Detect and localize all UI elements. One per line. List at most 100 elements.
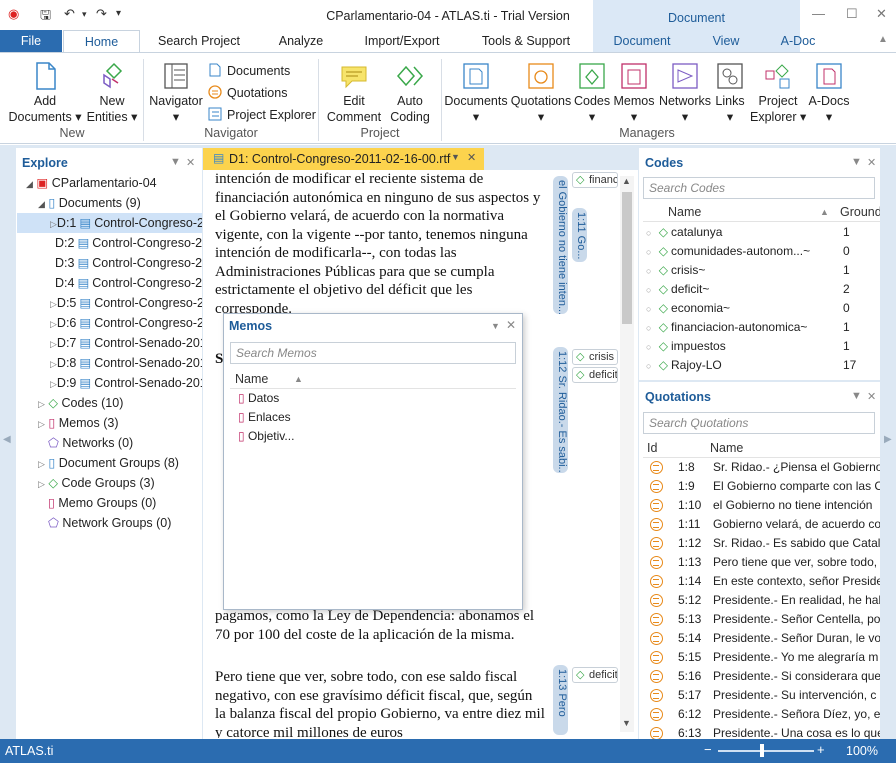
memos-column-header[interactable]: Name ▲ (230, 369, 516, 389)
document-scrollbar[interactable]: ▲ ▼ (620, 176, 634, 732)
tree-network-groups[interactable]: ⬠ Network Groups (0) (48, 513, 171, 533)
quotations-nav-button[interactable]: Quotations (208, 85, 287, 100)
quotations-search-input[interactable]: Search Quotations (643, 412, 875, 434)
quotation-row[interactable]: 5:12 Presidente.- En realidad, he hab (646, 591, 880, 610)
codes-column-header[interactable]: Name ▲ Grounded (643, 202, 880, 222)
quotations-column-header[interactable]: Id Name (643, 438, 880, 458)
quotation-row[interactable]: 6:12 Presidente.- Señora Díez, yo, er (646, 705, 880, 724)
memo-item[interactable]: ▯ Datos (238, 389, 279, 408)
minimize-icon[interactable]: — (812, 6, 825, 21)
document-tab[interactable]: ▤ D1: Control-Congreso-2011-02-16-00.rtf… (203, 148, 484, 170)
tree-document-item[interactable]: ▷D:6 ▤ Control-Congreso-2 (17, 313, 202, 333)
document-tab-menu-icon[interactable]: ▼ (451, 152, 460, 162)
quotation-row[interactable]: 1:9 El Gobierno comparte con las C (646, 477, 880, 496)
a-docs-manager-button[interactable]: A-Docs ▾ (806, 61, 852, 125)
tree-document-item[interactable]: ▷D:7 ▤ Control-Senado-201 (17, 333, 202, 353)
code-row[interactable]: ○ ◇ crisis~ 1 (646, 261, 880, 280)
edit-comment-button[interactable]: Edit Comment (322, 61, 386, 125)
margin-quotation-bar[interactable]: el Gobierno no tiene inten... (553, 176, 568, 314)
codes-close-icon[interactable]: ✕ (867, 156, 876, 169)
margin-quotation-bar[interactable]: 1:11 Go... (572, 208, 587, 262)
code-row[interactable]: ○ ◇ economia~ 0 (646, 299, 880, 318)
zoom-in-icon[interactable]: + (817, 742, 825, 757)
documents-nav-button[interactable]: Documents (208, 63, 290, 78)
scroll-thumb[interactable] (622, 192, 632, 324)
quotations-menu-icon[interactable]: ▼ (851, 390, 862, 402)
quotation-row[interactable]: 1:8 Sr. Ridao.- ¿Piensa el Gobierno (646, 458, 880, 477)
memos-manager-button[interactable]: Memos ▾ (612, 61, 656, 125)
margin-quotation-bar[interactable]: 1:12 Sr. Ridao.- Es sabi... (553, 347, 568, 473)
margin-code-tag[interactable]: ◇ crisis (572, 349, 618, 365)
quotation-row[interactable]: 5:15 Presidente.- Yo me alegraría m (646, 648, 880, 667)
explore-close-icon[interactable]: ✕ (186, 156, 195, 169)
tab-import-export[interactable]: Import/Export (352, 30, 452, 52)
margin-quotation-bar[interactable]: 1:13 Pero (553, 665, 568, 735)
tree-root[interactable]: ◢ ▣ CParlamentario-04 (26, 173, 157, 193)
tree-documents[interactable]: ◢ ▯ Documents (9) (38, 193, 141, 213)
code-row[interactable]: ○ ◇ catalunya 1 (646, 223, 880, 242)
zoom-out-icon[interactable]: − (704, 742, 712, 757)
tree-memo-groups[interactable]: ▯ Memo Groups (0) (48, 493, 156, 513)
tab-home[interactable]: Home (63, 30, 140, 52)
tab-search-project[interactable]: Search Project (148, 30, 250, 52)
tree-document-item[interactable]: D:3 ▤ Control-Congreso-2 (17, 253, 202, 273)
margin-code-tag[interactable]: ◇ deficit (572, 667, 618, 683)
tab-tools-support[interactable]: Tools & Support (470, 30, 582, 52)
margin-code-tag[interactable]: ◇ deficit (572, 367, 618, 383)
quotation-row[interactable]: 1:11 Gobierno velará, de acuerdo co (646, 515, 880, 534)
maximize-icon[interactable]: ☐ (846, 6, 858, 22)
add-documents-button[interactable]: Add Documents ▾ (8, 61, 82, 125)
tree-codes[interactable]: ▷ ◇ Codes (10) (38, 393, 123, 413)
quotation-row[interactable]: 1:10 el Gobierno no tiene intención (646, 496, 880, 515)
codes-menu-icon[interactable]: ▼ (851, 156, 862, 168)
tree-code-groups[interactable]: ▷ ◇ Code Groups (3) (38, 473, 155, 493)
document-tab-close-icon[interactable]: ✕ (467, 151, 476, 164)
codes-search-input[interactable]: Search Codes (643, 177, 875, 199)
quotation-row[interactable]: 5:17 Presidente.- Su intervención, c (646, 686, 880, 705)
scroll-down-icon[interactable]: ▼ (622, 718, 631, 728)
quotations-manager-button[interactable]: Quotations ▾ (508, 61, 574, 125)
left-collapse-arrow-icon[interactable]: ◀ (3, 434, 11, 445)
memos-popup-close-icon[interactable]: ✕ (506, 318, 516, 332)
right-collapse-arrow-icon[interactable]: ▶ (884, 434, 892, 445)
code-row[interactable]: ○ ◇ deficit~ 2 (646, 280, 880, 299)
memo-item[interactable]: ▯ Objetiv... (238, 427, 294, 446)
project-explorer-nav-button[interactable]: Project Explorer (208, 107, 316, 122)
new-entities-button[interactable]: New Entities ▾ (84, 61, 140, 125)
tree-document-item[interactable]: ▷D:8 ▤ Control-Senado-201 (17, 353, 202, 373)
tree-document-item[interactable]: ▷D:5 ▤ Control-Congreso-2 (17, 293, 202, 313)
quotation-row[interactable]: 5:14 Presidente.- Señor Duran, le vo (646, 629, 880, 648)
documents-manager-button[interactable]: Documents ▾ (444, 61, 508, 125)
quotation-row[interactable]: 1:14 En este contexto, señor Preside (646, 572, 880, 591)
auto-coding-button[interactable]: Auto Coding (386, 61, 434, 125)
quotation-row[interactable]: 1:12 Sr. Ridao.- Es sabido que Catalu (646, 534, 880, 553)
navigator-button[interactable]: Navigator ▾ (146, 61, 206, 125)
tab-file[interactable]: File (0, 30, 62, 52)
close-window-icon[interactable]: ✕ (876, 6, 887, 22)
tab-view[interactable]: View (700, 30, 752, 52)
explore-menu-icon[interactable]: ▼ (170, 156, 181, 168)
quotation-row[interactable]: 5:16 Presidente.- Si considerara que (646, 667, 880, 686)
networks-manager-button[interactable]: Networks ▾ (658, 61, 712, 125)
tree-networks[interactable]: ⬠ Networks (0) (48, 433, 133, 453)
tab-a-doc[interactable]: A-Doc (764, 30, 832, 52)
memos-search-input[interactable]: Search Memos (230, 342, 516, 364)
code-row[interactable]: ○ ◇ financiacion-autonomica~ 1 (646, 318, 880, 337)
quotations-close-icon[interactable]: ✕ (867, 390, 876, 403)
memo-item[interactable]: ▯ Enlaces (238, 408, 291, 427)
tree-document-item[interactable]: D:4 ▤ Control-Congreso-2 (17, 273, 202, 293)
zoom-slider[interactable] (718, 750, 814, 752)
tab-analyze[interactable]: Analyze (262, 30, 340, 52)
collapse-ribbon-icon[interactable]: ▲ (878, 34, 888, 45)
memos-popup-menu-icon[interactable]: ▼ (491, 321, 500, 331)
tree-document-item[interactable]: ▷D:1 ▤ Control-Congreso-2 (17, 213, 202, 233)
codes-manager-button[interactable]: Codes ▾ (574, 61, 610, 125)
code-row[interactable]: ○ ◇ impuestos 1 (646, 337, 880, 356)
project-explorer-manager-button[interactable]: Project Explorer ▾ (750, 61, 806, 125)
zoom-slider-thumb[interactable] (760, 744, 764, 757)
margin-code-tag[interactable]: ◇ financ (572, 172, 618, 188)
quotation-row[interactable]: 1:13 Pero tiene que ver, sobre todo, (646, 553, 880, 572)
tree-document-item[interactable]: D:2 ▤ Control-Congreso-2 (17, 233, 202, 253)
tab-document[interactable]: Document (600, 30, 684, 52)
links-manager-button[interactable]: Links ▾ (712, 61, 748, 125)
